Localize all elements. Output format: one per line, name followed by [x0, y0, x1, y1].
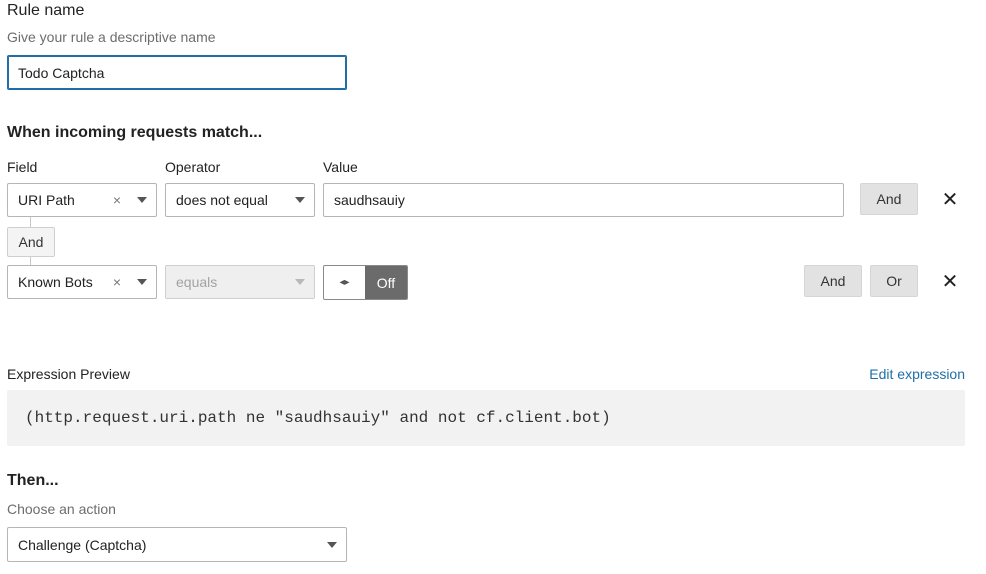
connector-line-top: [30, 217, 31, 227]
and-button-row-1[interactable]: And: [860, 183, 918, 215]
and-connector-badge[interactable]: And: [7, 227, 55, 257]
operator-select-row-1[interactable]: does not equal: [165, 183, 315, 217]
action-select[interactable]: Challenge (Captcha): [7, 527, 347, 562]
chevron-down-icon: [286, 197, 314, 203]
known-bots-toggle[interactable]: ◂▸ Off: [323, 265, 408, 300]
field-select-value: Known Bots: [18, 274, 93, 290]
toggle-state-label: Off: [365, 266, 407, 299]
operator-select-value: does not equal: [176, 192, 268, 208]
action-select-value: Challenge (Captcha): [18, 536, 147, 553]
chevron-down-icon: [128, 279, 156, 285]
clear-field-icon[interactable]: ×: [110, 192, 124, 208]
chevron-down-icon: [286, 279, 314, 285]
field-select-value: URI Path: [18, 192, 75, 208]
match-heading: When incoming requests match...: [7, 124, 263, 141]
toggle-handle-icon: ◂▸: [339, 277, 350, 288]
clear-field-icon[interactable]: ×: [110, 274, 124, 290]
chevron-down-icon: [128, 197, 156, 203]
remove-row-1-icon[interactable]: ✕: [938, 187, 962, 211]
then-heading: Then...: [7, 472, 59, 489]
field-column-label: Field: [7, 159, 38, 175]
edit-expression-link[interactable]: Edit expression: [869, 366, 965, 382]
remove-row-2-icon[interactable]: ✕: [938, 269, 962, 293]
value-column-label: Value: [323, 159, 358, 175]
chevron-down-icon: [318, 541, 346, 548]
field-select-row-1[interactable]: URI Path ×: [7, 183, 157, 217]
rule-name-label: Rule name: [7, 2, 85, 19]
expression-preview-label: Expression Preview: [7, 366, 130, 382]
expression-preview-box: (http.request.uri.path ne "saudhsauiy" a…: [7, 390, 965, 446]
and-button-row-2[interactable]: And: [804, 265, 862, 297]
rule-name-input[interactable]: [7, 55, 347, 90]
operator-select-value: equals: [176, 274, 218, 290]
expression-code: (http.request.uri.path ne "saudhsauiy" a…: [25, 409, 611, 427]
operator-select-row-2: equals: [165, 265, 315, 299]
connector-line-bottom: [30, 257, 31, 265]
rule-name-help: Give your rule a descriptive name: [7, 29, 216, 45]
field-select-row-2[interactable]: Known Bots ×: [7, 265, 157, 299]
value-input-row-1[interactable]: [323, 183, 844, 217]
or-button-row-2[interactable]: Or: [870, 265, 918, 297]
operator-column-label: Operator: [165, 159, 221, 175]
action-help: Choose an action: [7, 501, 116, 517]
